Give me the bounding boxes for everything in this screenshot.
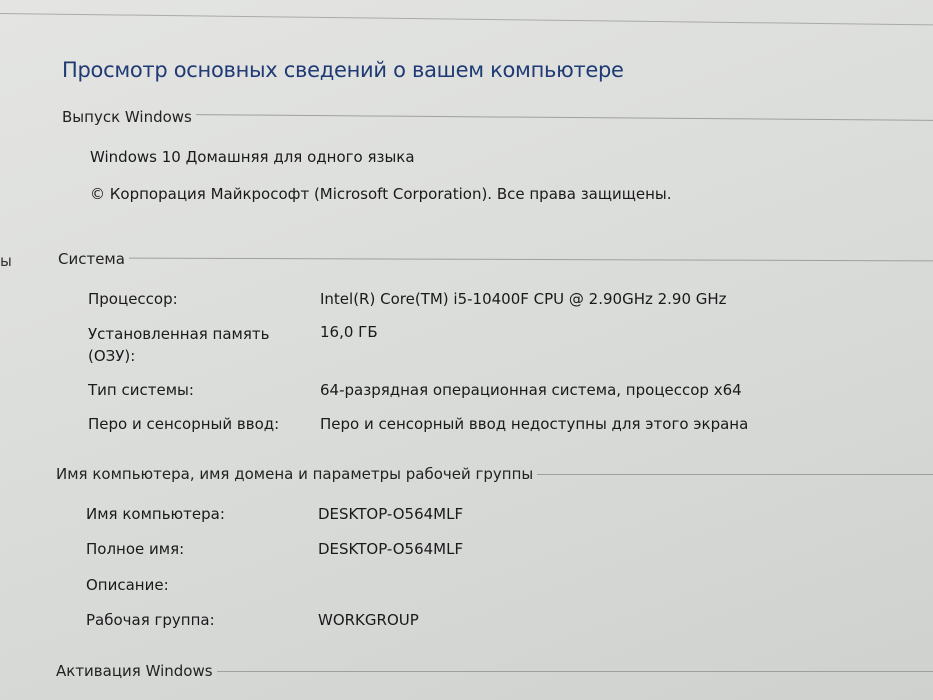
- workgroup-value: WORKGROUP: [318, 611, 419, 629]
- section-activation: Активация Windows: [56, 662, 933, 680]
- section-system: Система: [58, 250, 933, 268]
- section-heading: Система: [58, 250, 125, 268]
- system-type-value: 64-разрядная операционная система, проце…: [320, 381, 742, 399]
- computer-name-value: DESKTOP-O564MLF: [318, 505, 464, 523]
- processor-value: Intel(R) Core(TM) i5-10400F CPU @ 2.90GH…: [320, 290, 727, 308]
- full-name-value: DESKTOP-O564MLF: [318, 540, 464, 558]
- system-type-label: Тип системы:: [88, 381, 194, 399]
- edition-name: Windows 10 Домашняя для одного языка: [90, 148, 415, 166]
- description-label: Описание:: [86, 576, 169, 594]
- pen-touch-value: Перо и сенсорный ввод недоступны для это…: [320, 415, 749, 433]
- pen-touch-label: Перо и сенсорный ввод:: [88, 415, 280, 433]
- copyright-text: © Корпорация Майкрософт (Microsoft Corpo…: [90, 185, 672, 203]
- section-windows-edition: Выпуск Windows: [62, 108, 933, 126]
- page-title: Просмотр основных сведений о вашем компь…: [62, 58, 624, 82]
- workgroup-label: Рабочая группа:: [86, 611, 215, 629]
- computer-name-label: Имя компьютера:: [86, 505, 225, 523]
- sidebar-fragment[interactable]: ы: [0, 252, 12, 270]
- memory-label: Установленная память (ОЗУ):: [88, 325, 270, 365]
- memory-value: 16,0 ГБ: [320, 323, 378, 341]
- section-computer-name: Имя компьютера, имя домена и параметры р…: [56, 465, 933, 483]
- section-heading: Выпуск Windows: [62, 108, 192, 126]
- section-heading: Имя компьютера, имя домена и параметры р…: [56, 465, 534, 483]
- window-top-divider: [0, 13, 933, 26]
- full-name-label: Полное имя:: [86, 540, 185, 558]
- section-heading: Активация Windows: [56, 662, 213, 680]
- processor-label: Процессор:: [88, 290, 178, 308]
